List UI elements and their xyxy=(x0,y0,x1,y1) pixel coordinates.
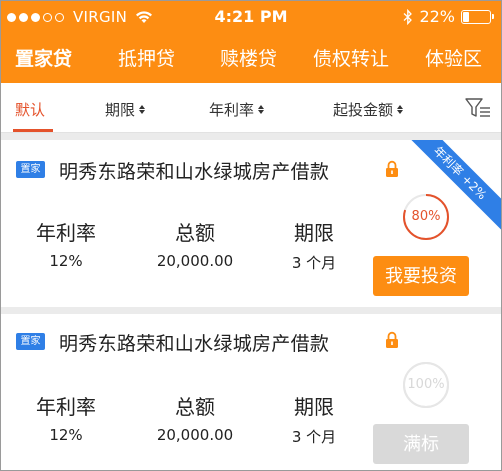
filter-rate-label: 年利率 xyxy=(209,101,255,119)
rate-label: 年利率 xyxy=(36,221,96,245)
rate-label: 年利率 xyxy=(36,395,96,419)
rate-stat: 年利率 12% xyxy=(11,217,121,270)
sort-icon xyxy=(139,105,146,114)
product-tag: 置家 xyxy=(16,333,45,350)
filter-default[interactable]: 默认 xyxy=(15,99,45,120)
tab-zhaiquan-zhuanrang[interactable]: 债权转让 xyxy=(313,44,389,71)
filter-min-invest[interactable]: 起投金额 xyxy=(333,99,404,120)
amount-stat: 总额 20,000.00 xyxy=(140,391,250,444)
amount-value: 20,000.00 xyxy=(156,426,234,444)
product-title: 明秀东路荣和山水绿城房产借款 xyxy=(59,333,330,355)
product-title: 明秀东路荣和山水绿城房产借款 xyxy=(59,161,330,183)
term-value: 3 个月 xyxy=(291,254,337,272)
lock-icon xyxy=(386,160,398,177)
invest-button[interactable]: 我要投资 xyxy=(373,256,469,296)
filter-term-label: 期限 xyxy=(105,101,136,119)
product-card[interactable]: 置家 明秀东路荣和山水绿城房产借款 年利率 12% 总额 20,000.00 期… xyxy=(1,314,501,470)
filter-term[interactable]: 期限 xyxy=(105,99,146,120)
bluetooth-icon xyxy=(403,8,413,25)
amount-label: 总额 xyxy=(175,221,215,245)
amount-value: 20,000.00 xyxy=(156,252,234,270)
battery-icon xyxy=(461,9,494,24)
status-right: 22% xyxy=(403,7,494,26)
term-value: 3 个月 xyxy=(291,428,337,446)
sort-icon xyxy=(397,105,404,114)
category-tabs: 置家贷 抵押贷 赎楼贷 债权转让 体验区 xyxy=(1,33,501,83)
rate-value: 12% xyxy=(49,252,83,270)
tab-tiyanqu[interactable]: 体验区 xyxy=(425,44,482,71)
battery-percent: 22% xyxy=(419,7,455,26)
filter-bar: 默认 期限 年利率 起投金额 xyxy=(1,83,501,133)
tab-diyadai[interactable]: 抵押贷 xyxy=(118,44,175,71)
tab-zhijiadai[interactable]: 置家贷 xyxy=(15,44,72,71)
term-label: 期限 xyxy=(294,395,334,419)
term-stat: 期限 3 个月 xyxy=(259,217,369,273)
term-stat: 期限 3 个月 xyxy=(259,391,369,447)
product-card[interactable]: 置家 明秀东路荣和山水绿城房产借款 年利率 12% 总额 20,000.00 期… xyxy=(1,140,501,307)
filter-default-label: 默认 xyxy=(15,101,46,119)
progress-text: 100% xyxy=(407,377,445,392)
filter-rate[interactable]: 年利率 xyxy=(209,99,265,120)
filter-min-invest-label: 起投金额 xyxy=(333,101,394,119)
status-bar: VIRGIN 4:21 PM 22% xyxy=(1,1,501,33)
rate-value: 12% xyxy=(49,426,83,444)
rate-stat: 年利率 12% xyxy=(11,391,121,444)
amount-stat: 总额 20,000.00 xyxy=(140,217,250,270)
product-tag: 置家 xyxy=(16,161,45,178)
lock-icon xyxy=(386,331,398,348)
app-screen: VIRGIN 4:21 PM 22% 置家贷 抵押贷 赎楼贷 债权转让 体验区 … xyxy=(0,0,502,471)
battery-fill xyxy=(463,11,470,22)
amount-label: 总额 xyxy=(175,395,215,419)
tab-shuloudai[interactable]: 赎楼贷 xyxy=(220,44,277,71)
active-filter-underline xyxy=(13,129,53,132)
progress-text: 80% xyxy=(411,209,441,224)
term-label: 期限 xyxy=(294,221,334,245)
filter-funnel-icon[interactable] xyxy=(465,97,491,119)
sort-icon xyxy=(258,105,265,114)
fully-funded-button[interactable]: 满标 xyxy=(373,424,469,464)
